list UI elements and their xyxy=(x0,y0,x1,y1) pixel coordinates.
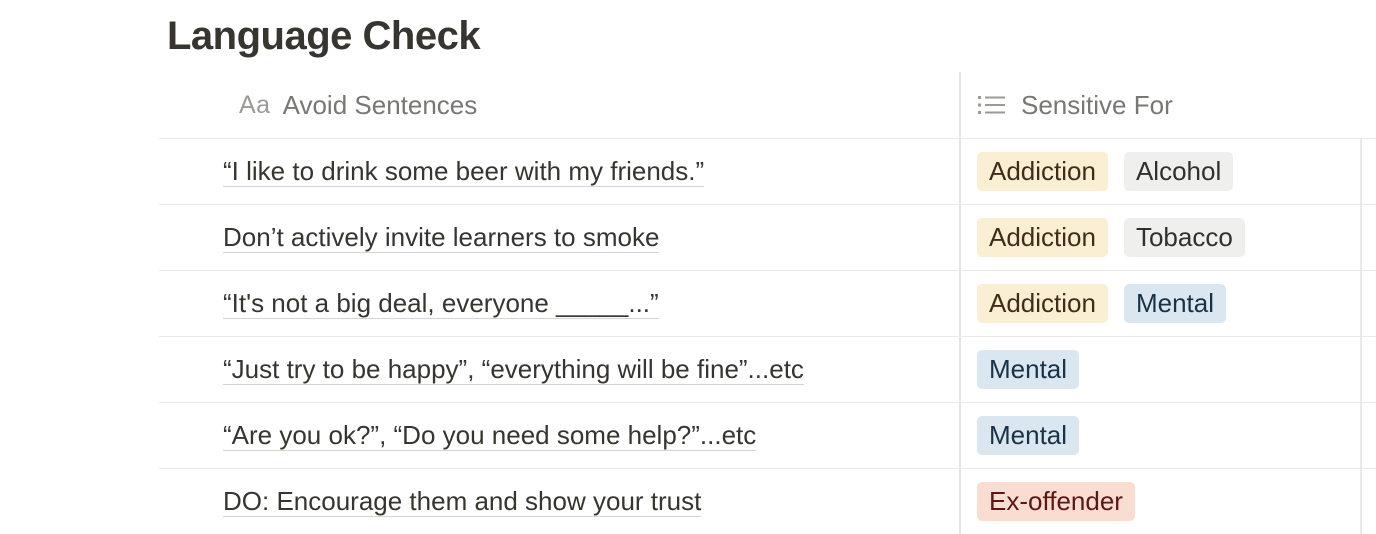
sentence-cell[interactable]: Don’t actively invite learners to smoke xyxy=(223,205,660,270)
tag-mental: Mental xyxy=(1123,284,1227,323)
sentence-link[interactable]: “Just try to be happy”, “everything will… xyxy=(223,354,804,385)
tag-mental: Mental xyxy=(977,416,1080,455)
database-table: Aa Avoid Sentences Sensitive For “I like… xyxy=(159,72,1376,534)
sentence-link[interactable]: “Are you ok?”, “Do you need some help?”.… xyxy=(223,420,757,451)
text-aa-icon: Aa xyxy=(239,90,271,119)
tag-ex-offender: Ex-offender xyxy=(977,482,1135,521)
page: Language Check Aa Avoid Sentences Sensit… xyxy=(0,0,1376,534)
table-body: “I like to drink some beer with my frien… xyxy=(159,139,1376,534)
sentence-link[interactable]: “It's not a big deal, everyone _____...” xyxy=(223,288,659,319)
tags-cell[interactable]: Addiction Tobacco xyxy=(977,205,1245,270)
tags-cell[interactable]: Addiction Mental xyxy=(977,271,1227,336)
column-header-label: Sensitive For xyxy=(1021,89,1173,120)
sentence-cell[interactable]: “It's not a big deal, everyone _____...” xyxy=(223,271,659,336)
tag-tobacco: Tobacco xyxy=(1123,218,1245,257)
sentence-link[interactable]: “I like to drink some beer with my frien… xyxy=(223,156,705,187)
table-row[interactable]: “It's not a big deal, everyone _____...”… xyxy=(159,271,1376,337)
column-header-label: Avoid Sentences xyxy=(282,89,478,120)
column-header-avoid-sentences[interactable]: Aa Avoid Sentences xyxy=(239,72,477,138)
table-row[interactable]: “I like to drink some beer with my frien… xyxy=(159,139,1376,205)
tag-alcohol: Alcohol xyxy=(1123,152,1234,191)
tags-cell[interactable]: Mental xyxy=(977,337,1080,402)
tag-addiction: Addiction xyxy=(977,218,1108,257)
sentence-cell[interactable]: “Are you ok?”, “Do you need some help?”.… xyxy=(223,403,757,468)
tag-addiction: Addiction xyxy=(977,284,1108,323)
table-header-row: Aa Avoid Sentences Sensitive For xyxy=(159,72,1376,139)
tags-cell[interactable]: Ex-offender xyxy=(977,469,1135,534)
list-icon xyxy=(978,96,1005,114)
column-header-sensitive-for[interactable]: Sensitive For xyxy=(977,72,1173,138)
sentence-cell[interactable]: “Just try to be happy”, “everything will… xyxy=(223,337,804,402)
sentence-cell[interactable]: DO: Encourage them and show your trust xyxy=(223,469,702,534)
sentence-cell[interactable]: “I like to drink some beer with my frien… xyxy=(223,139,705,204)
sentence-link[interactable]: DO: Encourage them and show your trust xyxy=(223,486,702,517)
page-title[interactable]: Language Check xyxy=(167,14,481,59)
tags-cell[interactable]: Addiction Alcohol xyxy=(977,139,1234,204)
table-row[interactable]: Don’t actively invite learners to smoke A… xyxy=(159,205,1376,271)
tag-addiction: Addiction xyxy=(977,152,1108,191)
table-row[interactable]: DO: Encourage them and show your trust Ex… xyxy=(159,469,1376,534)
tags-cell[interactable]: Mental xyxy=(977,403,1080,468)
sentence-link[interactable]: Don’t actively invite learners to smoke xyxy=(223,222,660,253)
tag-mental: Mental xyxy=(977,350,1080,389)
table-row[interactable]: “Just try to be happy”, “everything will… xyxy=(159,337,1376,403)
table-row[interactable]: “Are you ok?”, “Do you need some help?”.… xyxy=(159,403,1376,469)
